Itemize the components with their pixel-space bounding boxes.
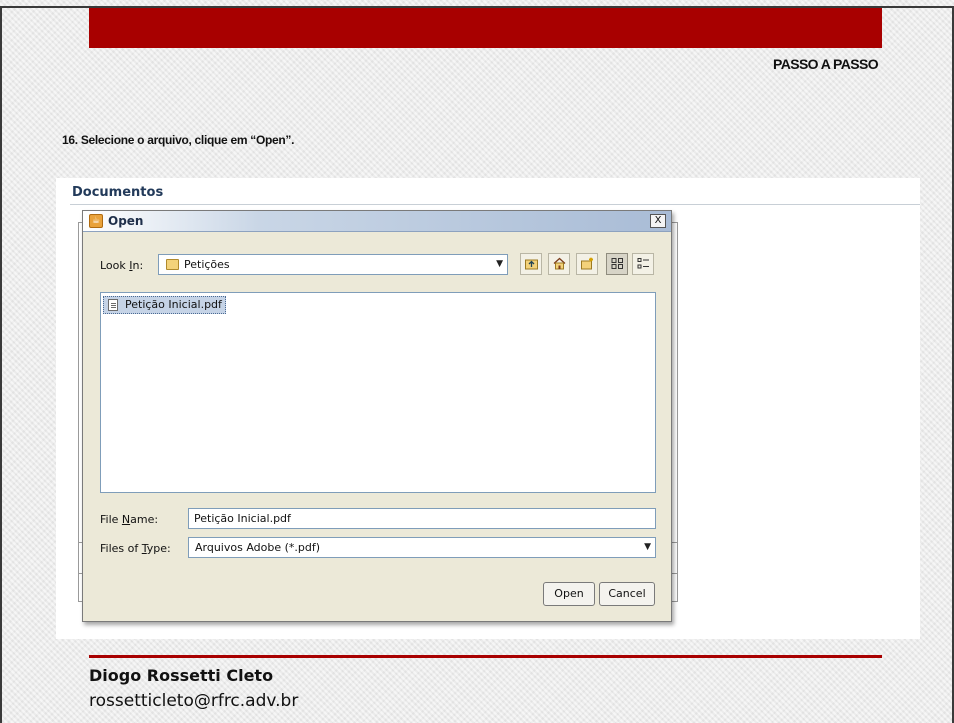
files-of-type-label: Files of Type: <box>100 542 171 555</box>
up-folder-icon <box>525 259 538 270</box>
list-item-file[interactable]: Petição Inicial.pdf <box>103 296 226 314</box>
dialog-titlebar[interactable]: ☕ Open X <box>83 211 671 232</box>
up-one-level-button[interactable] <box>520 253 542 275</box>
details-view-button[interactable] <box>632 253 654 275</box>
step-instruction: 16. Selecione o arquivo, clique em “Open… <box>62 133 295 147</box>
section-label: PASSO A PASSO <box>773 56 879 72</box>
home-button[interactable] <box>548 253 570 275</box>
list-view-button[interactable] <box>606 253 628 275</box>
files-of-type-dropdown[interactable]: Arquivos Adobe (*.pdf) ▼ <box>188 537 656 558</box>
file-name-label: File Name: <box>100 513 159 526</box>
dialog-title: Open <box>108 214 144 228</box>
header-banner <box>89 8 882 48</box>
look-in-dropdown[interactable]: Petições ▼ <box>158 254 508 275</box>
file-name: Petição Inicial.pdf <box>125 298 222 311</box>
documents-section-title: Documentos <box>72 185 164 200</box>
look-in-value: Petições <box>184 258 230 271</box>
chevron-down-icon: ▼ <box>496 259 503 269</box>
home-icon <box>553 257 566 270</box>
file-name-input[interactable]: Petição Inicial.pdf <box>188 508 656 529</box>
section-divider <box>70 204 920 205</box>
cancel-button[interactable]: Cancel <box>599 582 655 606</box>
document-icon <box>108 299 118 311</box>
files-of-type-value: Arquivos Adobe (*.pdf) <box>195 541 321 554</box>
details-view-icon <box>637 258 649 269</box>
folder-icon <box>166 259 179 270</box>
open-file-dialog: ☕ Open X Look In: Petições ▼ Petição Ini… <box>82 210 672 622</box>
open-button[interactable]: Open <box>543 582 595 606</box>
new-folder-icon <box>581 257 593 270</box>
file-list[interactable]: Petição Inicial.pdf <box>100 292 656 493</box>
look-in-label: Look In: <box>100 259 144 272</box>
new-folder-button[interactable] <box>576 253 598 275</box>
chevron-down-icon: ▼ <box>644 542 651 552</box>
author-name: Diogo Rossetti Cleto <box>89 666 274 685</box>
list-view-icon <box>611 258 623 269</box>
close-button[interactable]: X <box>650 214 666 228</box>
author-email: rossetticleto@rfrc.adv.br <box>89 691 299 711</box>
java-app-icon: ☕ <box>89 214 103 228</box>
footer-divider <box>89 655 882 658</box>
